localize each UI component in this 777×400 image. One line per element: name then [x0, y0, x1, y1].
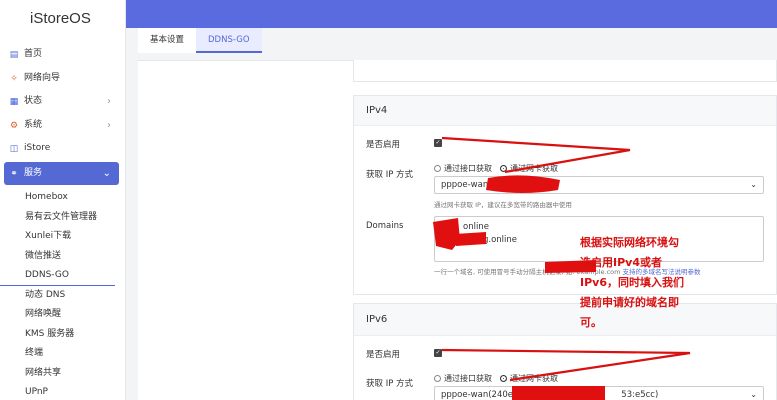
radio-on-icon [500, 165, 507, 172]
tab-bar: 基本设置 DDNS-GO [138, 28, 262, 53]
sidebar-item-system[interactable]: ⚙ 系统 › [0, 114, 125, 138]
store-icon: ◫ [9, 144, 19, 154]
sidebar-item-istore[interactable]: ◫ iStore [0, 137, 125, 161]
ipv4-section: IPv4 是否启用 ✓ 获取 IP 方式 通过接口获取 通过网卡获取 pppoe… [353, 95, 777, 295]
submenu-item-dynamic-dns[interactable]: 动态 DNS [0, 286, 125, 306]
ipv4-enable-checkbox[interactable]: ✓ [434, 139, 442, 147]
annotation-line: 选启用IPv4或者 [580, 256, 662, 269]
sidebar-item-label: 网络向导 [24, 72, 61, 83]
dashboard-icon: ▤ [9, 50, 19, 60]
ipv6-enable-checkbox[interactable]: ✓ [434, 349, 442, 357]
sidebar-item-home[interactable]: ▤ 首页 [0, 43, 125, 67]
ipv4-interface-select[interactable]: pppoe-wan( ⌄ [434, 176, 764, 194]
sidebar-nav: ▤ 首页 ✧ 网络向导 ▦ 状态 › ⚙ 系统 › ◫ iStore ⚭ 服务 … [0, 43, 125, 400]
sidebar-item-label: 服务 [24, 167, 43, 178]
sidebar-item-label: iStore [24, 143, 51, 153]
submenu-item-wake-on-lan[interactable]: 网络唤醒 [0, 305, 125, 325]
hint-text: 一行一个域名, 可使用冒号手动分隔主机记录, 如: [434, 268, 577, 276]
radio-label: 通过接口获取 [444, 374, 492, 383]
radio-label: 通过网卡获取 [510, 374, 558, 383]
submenu-item-ddns-go[interactable]: DDNS-GO [0, 266, 115, 286]
annotation-line: 可。 [580, 316, 602, 329]
radio-off-icon [434, 375, 441, 382]
select-value: pppoe-wan( [441, 180, 492, 190]
submenu-item-wechat-push[interactable]: 微信推送 [0, 247, 125, 267]
select-value: pppoe-wan(240e:3 [441, 390, 522, 400]
ipv4-method-label: 获取 IP 方式 [366, 170, 414, 180]
ipv6-radio-nic[interactable]: 通过网卡获取 [500, 373, 558, 384]
submenu-item-kms[interactable]: KMS 服务器 [0, 325, 125, 345]
sidebar-item-label: 系统 [24, 119, 43, 130]
sidebar-item-wizard[interactable]: ✧ 网络向导 [0, 67, 125, 91]
submenu-item-upnp[interactable]: UPnP [0, 383, 125, 400]
tab-basic-settings[interactable]: 基本设置 [138, 28, 197, 53]
ipv6-radio-interface[interactable]: 通过接口获取 [434, 373, 492, 384]
sidebar-item-label: 首页 [24, 49, 43, 59]
radio-label: 通过接口获取 [444, 164, 492, 173]
ipv6-section: IPv6 是否启用 ✓ 获取 IP 方式 通过接口获取 通过网卡获取 pppoe… [353, 303, 777, 400]
services-submenu: Homebox 易有云文件管理器 Xunlei下载 微信推送 DDNS-GO 动… [0, 188, 125, 400]
submenu-item-homebox[interactable]: Homebox [0, 188, 125, 208]
radio-on-icon [500, 375, 507, 382]
grid-icon: ▦ [9, 97, 19, 107]
annotation-text: 根据实际网络环境勾 选启用IPv4或者 IPv6，同时填入我们 提前申请好的域名… [580, 233, 690, 333]
brand-title: iStoreOS [30, 10, 91, 27]
chevron-down-icon: ⌄ [750, 180, 757, 189]
ipv4-enable-label: 是否启用 [366, 140, 401, 150]
chevron-right-icon: › [107, 119, 111, 131]
annotation-line: 根据实际网络环境勾 [580, 236, 679, 249]
radio-label: 通过网卡获取 [510, 164, 558, 173]
annotation-line: IPv6，同时填入我们 [580, 276, 684, 289]
ipv4-domains-label: Domains [366, 221, 404, 231]
ipv6-section-title: IPv6 [354, 304, 776, 336]
sidebar-item-services[interactable]: ⚭ 服务 ⌄ [4, 161, 119, 185]
chevron-right-icon: › [107, 96, 111, 107]
sidebar-item-label: 状态 [24, 96, 43, 106]
link-icon: ⚭ [10, 168, 18, 179]
submenu-item-xunlei[interactable]: Xunlei下载 [0, 227, 125, 247]
previous-section-end [353, 60, 777, 82]
tab-ddns-go[interactable]: DDNS-GO [196, 28, 262, 53]
chevron-down-icon: ⌄ [750, 390, 757, 399]
chevron-down-icon: ⌄ [102, 167, 111, 179]
submenu-item-file-manager[interactable]: 易有云文件管理器 [0, 208, 125, 228]
ipv6-method-label: 获取 IP 方式 [366, 379, 414, 389]
header-bar [126, 0, 777, 28]
wizard-icon: ✧ [10, 73, 18, 84]
sidebar-item-status[interactable]: ▦ 状态 › [0, 90, 125, 114]
ipv6-interface-select[interactable]: pppoe-wan(240e:3 53:e5cc) ⌄ [434, 386, 764, 400]
submenu-item-network-share[interactable]: 网络共享 [0, 364, 125, 384]
select-value-tail: 53:e5cc) [621, 390, 659, 400]
ipv4-section-title: IPv4 [354, 96, 776, 126]
ipv4-radio-nic[interactable]: 通过网卡获取 [500, 163, 558, 174]
ipv4-select-hint: 通过网卡获取 IP，建议在多宽带的路由器中使用 [434, 201, 572, 209]
sidebar: iStoreOS ▤ 首页 ✧ 网络向导 ▦ 状态 › ⚙ 系统 › ◫ iSt… [0, 0, 126, 400]
annotation-line: 提前申请好的域名即 [580, 296, 679, 309]
ipv6-enable-label: 是否启用 [366, 350, 401, 360]
ipv4-method-radios: 通过接口获取 通过网卡获取 [434, 163, 558, 174]
ipv6-method-radios: 通过接口获取 通过网卡获取 [434, 373, 558, 384]
gear-icon: ⚙ [9, 120, 19, 131]
ipv4-radio-interface[interactable]: 通过接口获取 [434, 163, 492, 174]
submenu-item-terminal[interactable]: 终端 [0, 344, 125, 364]
radio-off-icon [434, 165, 441, 172]
